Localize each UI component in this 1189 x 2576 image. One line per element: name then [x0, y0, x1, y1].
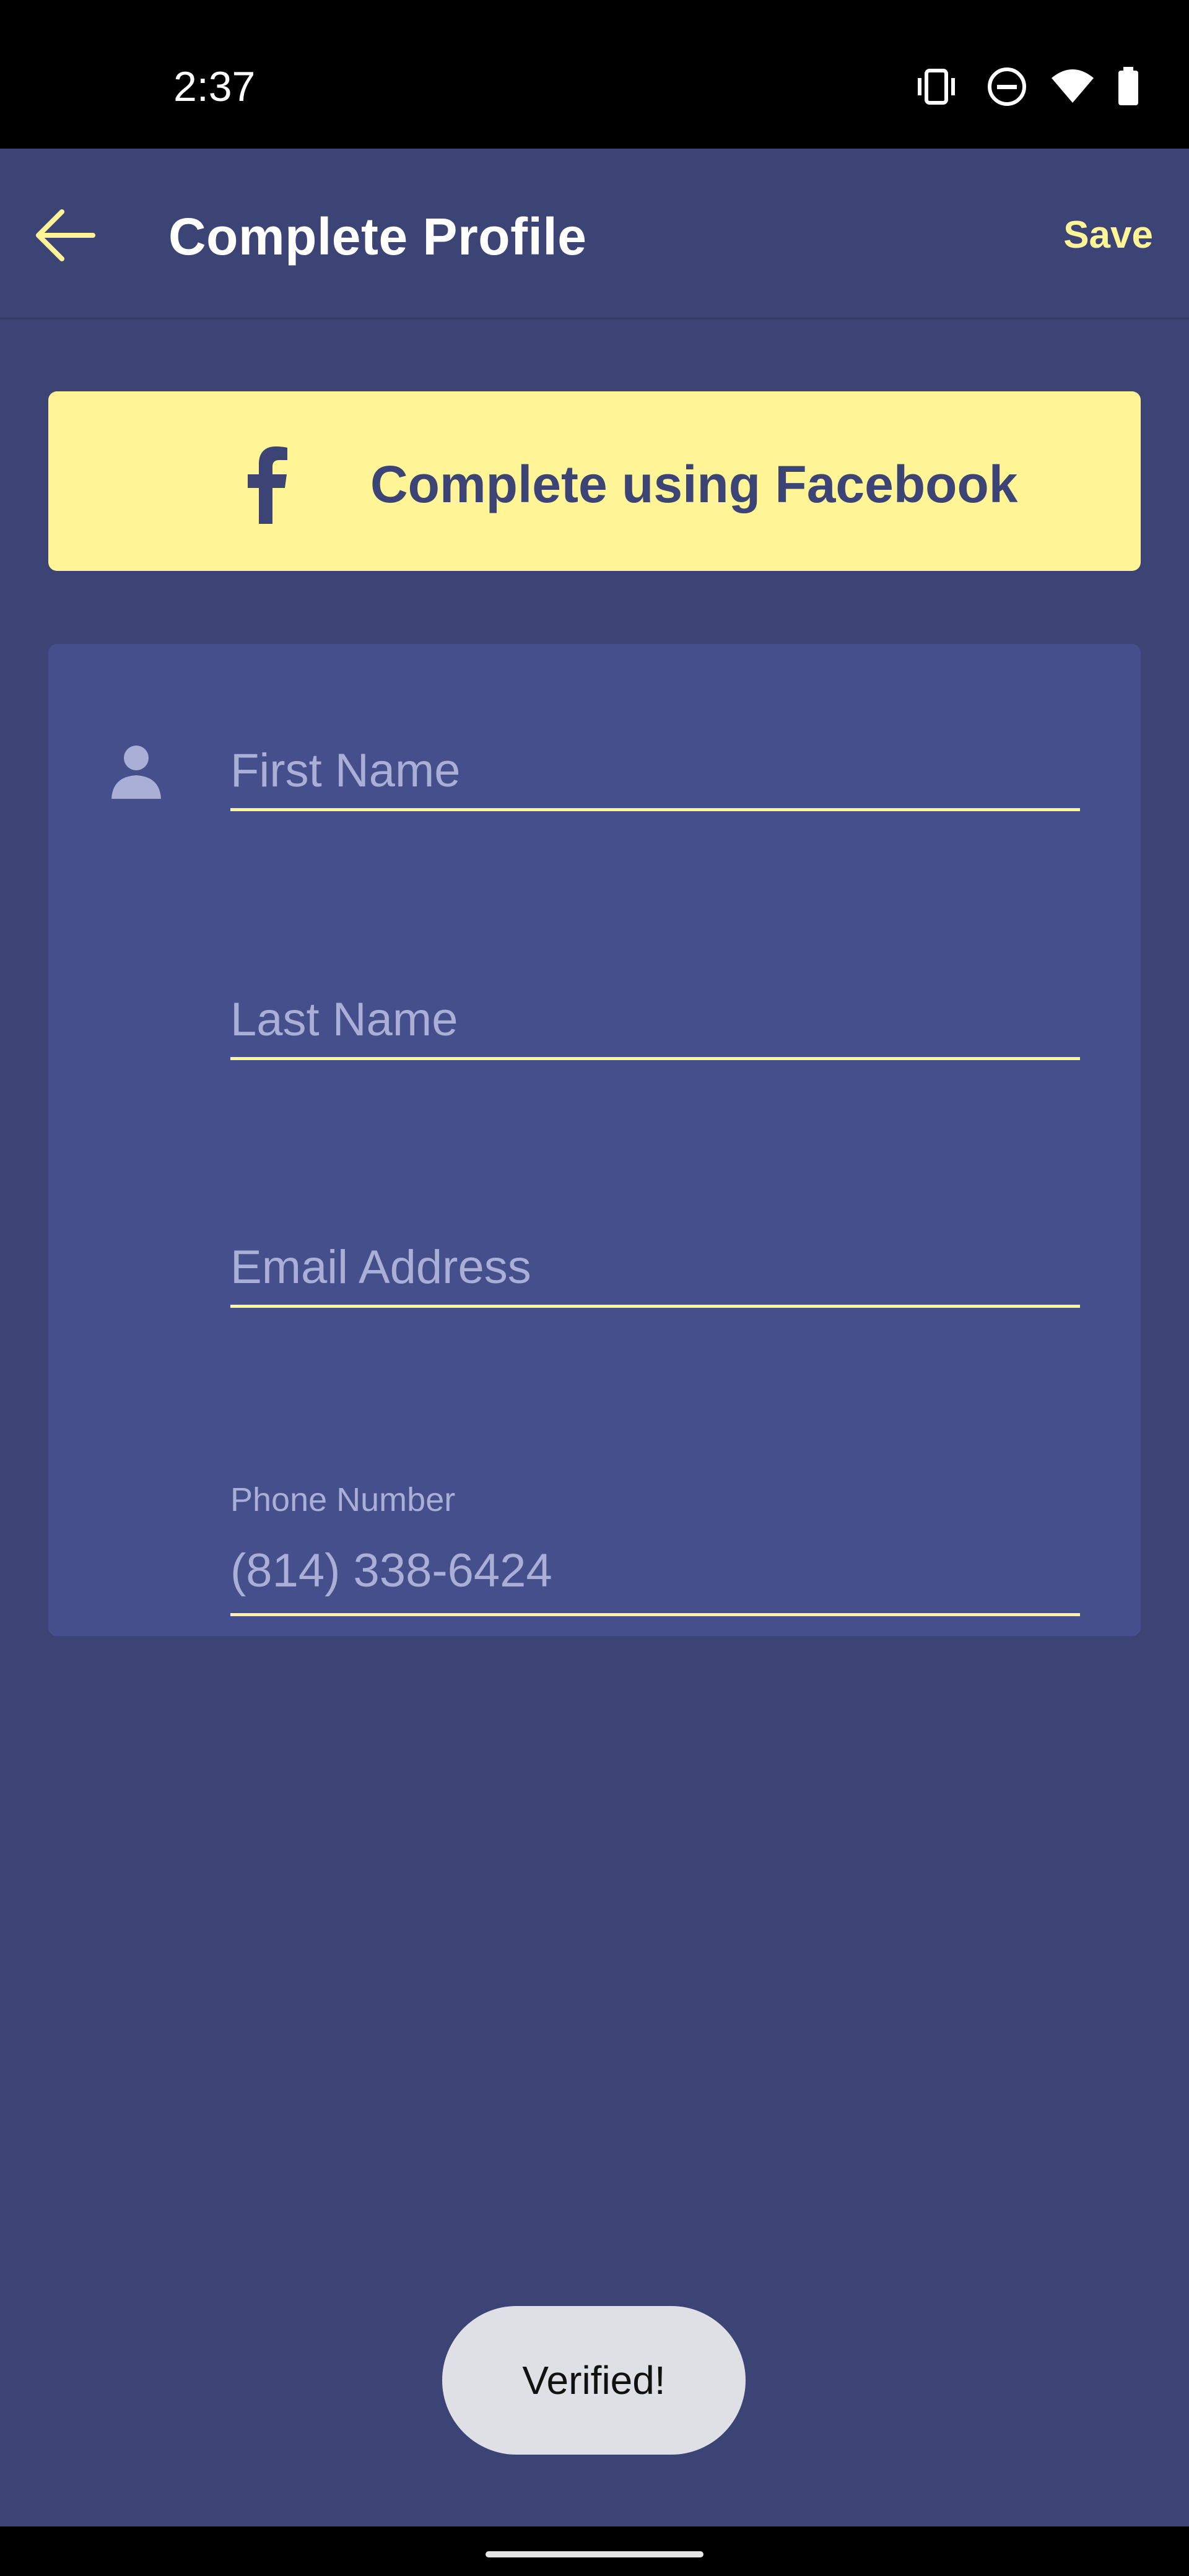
complete-with-facebook-button[interactable]: Complete using Facebook [48, 391, 1141, 571]
email-input[interactable] [230, 1238, 1080, 1297]
arrow-left-icon [36, 209, 95, 261]
first-name-field-container [230, 737, 1080, 811]
phone-number-input[interactable] [230, 1541, 1080, 1601]
status-bar: 2:37 [0, 0, 1189, 149]
verified-toast: Verified! [442, 2306, 746, 2455]
last-name-input[interactable] [230, 990, 1080, 1050]
navigation-bar [0, 2526, 1189, 2576]
status-time: 2:37 [173, 63, 256, 110]
status-icons [904, 62, 1189, 111]
home-indicator[interactable] [486, 2551, 703, 2557]
last-name-field-container [230, 986, 1080, 1060]
facebook-icon [248, 446, 287, 524]
person-icon [111, 746, 161, 799]
page-title: Complete Profile [168, 207, 587, 266]
battery-icon [1118, 67, 1138, 105]
facebook-button-label: Complete using Facebook [370, 455, 1018, 513]
email-field-container [230, 1234, 1080, 1308]
vibrate-icon [918, 69, 955, 105]
phone-field-container: Phone Number [230, 1430, 1080, 1616]
back-button[interactable] [30, 204, 104, 266]
phone-number-label: Phone Number [230, 1481, 456, 1518]
profile-form-card: Phone Number [48, 644, 1141, 1636]
do-not-disturb-icon [988, 67, 1026, 106]
save-button[interactable]: Save [1063, 211, 1153, 260]
toast-text: Verified! [522, 2358, 666, 2403]
first-name-input[interactable] [230, 741, 1080, 801]
app-bar: Complete Profile Save [0, 149, 1189, 320]
wifi-icon [1052, 69, 1094, 103]
